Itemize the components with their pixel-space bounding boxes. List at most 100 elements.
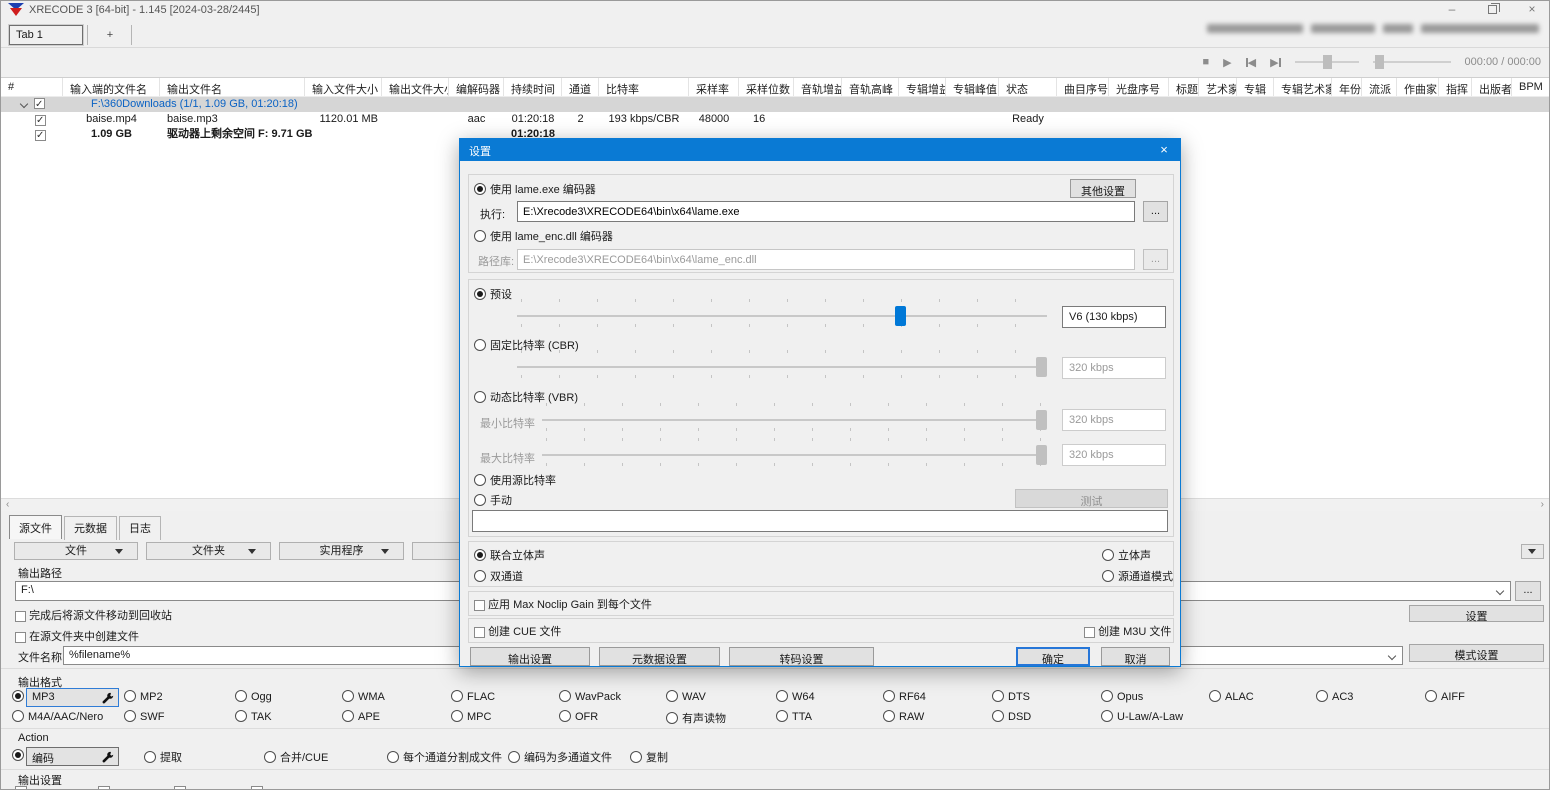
action-encode-box[interactable]: 编码 (26, 747, 119, 766)
column-header[interactable]: 专辑增益 (899, 78, 946, 96)
column-header[interactable]: 输入文件大小 (305, 78, 382, 96)
column-header[interactable]: # (1, 78, 63, 96)
mode-settings-button[interactable]: 模式设置 (1409, 644, 1544, 662)
wrench-icon[interactable] (102, 692, 114, 704)
use-lame-exe-radio[interactable]: 使用 lame.exe 编码器 (474, 181, 596, 197)
format-option-wav[interactable]: WAV (666, 690, 706, 705)
row-checkbox[interactable] (35, 130, 46, 141)
action-option-copy[interactable]: 复制 (630, 749, 668, 764)
table-row[interactable]: baise.mp4 baise.mp3 1120.01 MB aac 01:20… (1, 112, 1549, 127)
clipped-checkbox[interactable] (15, 786, 27, 790)
files-dropdown-button[interactable]: 文件 (14, 542, 138, 560)
group-row[interactable]: F:\360Downloads (1/1, 1.09 GB, 01:20:18) (1, 97, 1549, 112)
action-option-split-channels[interactable]: 每个通道分割成文件 (387, 749, 502, 764)
format-option-mp2[interactable]: MP2 (124, 690, 163, 705)
column-header[interactable]: 采样位数 (739, 78, 794, 96)
format-option-swf[interactable]: SWF (124, 710, 164, 725)
format-option-alac[interactable]: ALAC (1209, 690, 1254, 705)
format-option-w64[interactable]: W64 (776, 690, 815, 705)
column-header[interactable]: 输出文件大小 (382, 78, 449, 96)
clipped-checkbox[interactable] (174, 786, 186, 790)
column-header[interactable]: 指挥 (1439, 78, 1472, 96)
create-in-source-checkbox[interactable]: 在源文件夹中创建文件 (15, 628, 139, 644)
clipped-checkbox[interactable] (98, 786, 110, 790)
format-option-opus[interactable]: Opus (1101, 690, 1143, 705)
format-option-wma[interactable]: WMA (342, 690, 385, 705)
column-header[interactable]: 作曲家 (1397, 78, 1439, 96)
row-checkbox[interactable] (35, 115, 46, 126)
format-option-ogg[interactable]: Ogg (235, 690, 272, 705)
format-option-ape[interactable]: APE (342, 710, 380, 725)
more-dropdown-button[interactable] (1521, 544, 1544, 559)
column-header[interactable]: 输出文件名 (160, 78, 305, 96)
manual-radio[interactable]: 手动 (474, 492, 512, 508)
format-option-raw[interactable]: RAW (883, 710, 924, 725)
wrench-icon[interactable] (102, 751, 114, 763)
group-checkbox[interactable] (34, 98, 45, 109)
format-option-ofr[interactable]: OFR (559, 710, 598, 725)
format-option-wavpack[interactable]: WavPack (559, 690, 621, 705)
next-track-icon[interactable]: ▶ (1270, 56, 1280, 69)
folders-dropdown-button[interactable]: 文件夹 (146, 542, 271, 560)
dialog-title-bar[interactable]: 设置 (460, 139, 1180, 161)
format-option-tta[interactable]: TTA (776, 710, 812, 725)
settings-button[interactable]: 设置 (1409, 605, 1544, 622)
scroll-right-icon[interactable]: › (1541, 499, 1544, 510)
action-option-multichannel[interactable]: 编码为多通道文件 (508, 749, 612, 764)
format-option-dts[interactable]: DTS (992, 690, 1030, 705)
format-mp3-box[interactable]: MP3 (26, 688, 119, 707)
add-tab-button[interactable]: + (97, 25, 123, 45)
other-settings-button[interactable]: 其他设置 (1070, 179, 1136, 198)
column-header[interactable]: BPM (1512, 78, 1550, 96)
column-header[interactable]: 编解码器 (449, 78, 504, 96)
preset-value-box[interactable]: V6 (130 kbps) (1062, 306, 1166, 328)
preset-slider[interactable] (517, 299, 1047, 335)
tab-metadata[interactable]: 元数据 (64, 516, 117, 540)
joint-stereo-radio[interactable]: 联合立体声 (474, 547, 545, 563)
cancel-button[interactable]: 取消 (1101, 647, 1170, 666)
scroll-left-icon[interactable]: ‹ (6, 499, 9, 510)
stop-icon[interactable]: ■ (1202, 56, 1209, 68)
column-header[interactable]: 比特率 (599, 78, 689, 96)
column-header[interactable]: 艺术家 (1199, 78, 1237, 96)
use-lame-dll-radio[interactable]: 使用 lame_enc.dll 编码器 (474, 228, 613, 244)
column-header[interactable]: 光盘序号 (1109, 78, 1169, 96)
manual-params-input[interactable] (472, 510, 1168, 532)
clipped-checkbox[interactable] (251, 786, 263, 790)
format-option-ulaw[interactable]: U-Law/A-Law (1101, 710, 1183, 725)
tab-1[interactable]: Tab 1 (9, 25, 83, 45)
format-option-tak[interactable]: TAK (235, 710, 272, 725)
max-noclip-gain-checkbox[interactable]: 应用 Max Noclip Gain 到每个文件 (474, 596, 652, 612)
format-option-audiobook[interactable]: 有声读物 (666, 710, 726, 725)
stereo-radio[interactable]: 立体声 (1102, 547, 1151, 563)
column-header[interactable]: 通道 (562, 78, 599, 96)
column-header[interactable]: 出版者 (1472, 78, 1512, 96)
column-header[interactable]: 年份 (1332, 78, 1362, 96)
tab-log[interactable]: 日志 (119, 516, 161, 540)
volume-slider[interactable] (1295, 55, 1359, 69)
column-header[interactable]: 输入端的文件名 (63, 78, 160, 96)
seek-slider[interactable] (1373, 55, 1451, 69)
column-header[interactable]: 专辑峰值 (946, 78, 999, 96)
format-option-dsd[interactable]: DSD (992, 710, 1031, 725)
dialog-close-button[interactable]: × (1148, 139, 1180, 161)
format-option-aiff[interactable]: AIFF (1425, 690, 1465, 705)
action-option-extract[interactable]: 提取 (144, 749, 182, 764)
play-icon[interactable]: ▶ (1223, 56, 1231, 69)
column-header[interactable]: 音轨增益 (794, 78, 842, 96)
browse-exe-button[interactable]: ... (1143, 201, 1168, 222)
format-option-flac[interactable]: FLAC (451, 690, 495, 705)
format-option-mpc[interactable]: MPC (451, 710, 491, 725)
column-header[interactable]: 音轨高峰 (842, 78, 899, 96)
format-option-m4a[interactable]: M4A/AAC/Nero (12, 710, 103, 725)
column-header[interactable]: 标题 (1169, 78, 1199, 96)
column-header[interactable]: 专辑 (1237, 78, 1274, 96)
column-header[interactable]: 流派 (1362, 78, 1397, 96)
source-channel-mode-radio[interactable]: 源通道模式 (1102, 568, 1173, 584)
output-settings-button[interactable]: 输出设置 (470, 647, 590, 666)
column-header[interactable]: 状态 (999, 78, 1057, 96)
collapse-chevron-icon[interactable] (20, 100, 28, 108)
minimize-button[interactable]: – (1443, 1, 1461, 19)
action-option-merge-cue[interactable]: 合并/CUE (264, 749, 328, 764)
ok-button[interactable]: 确定 (1016, 647, 1090, 666)
